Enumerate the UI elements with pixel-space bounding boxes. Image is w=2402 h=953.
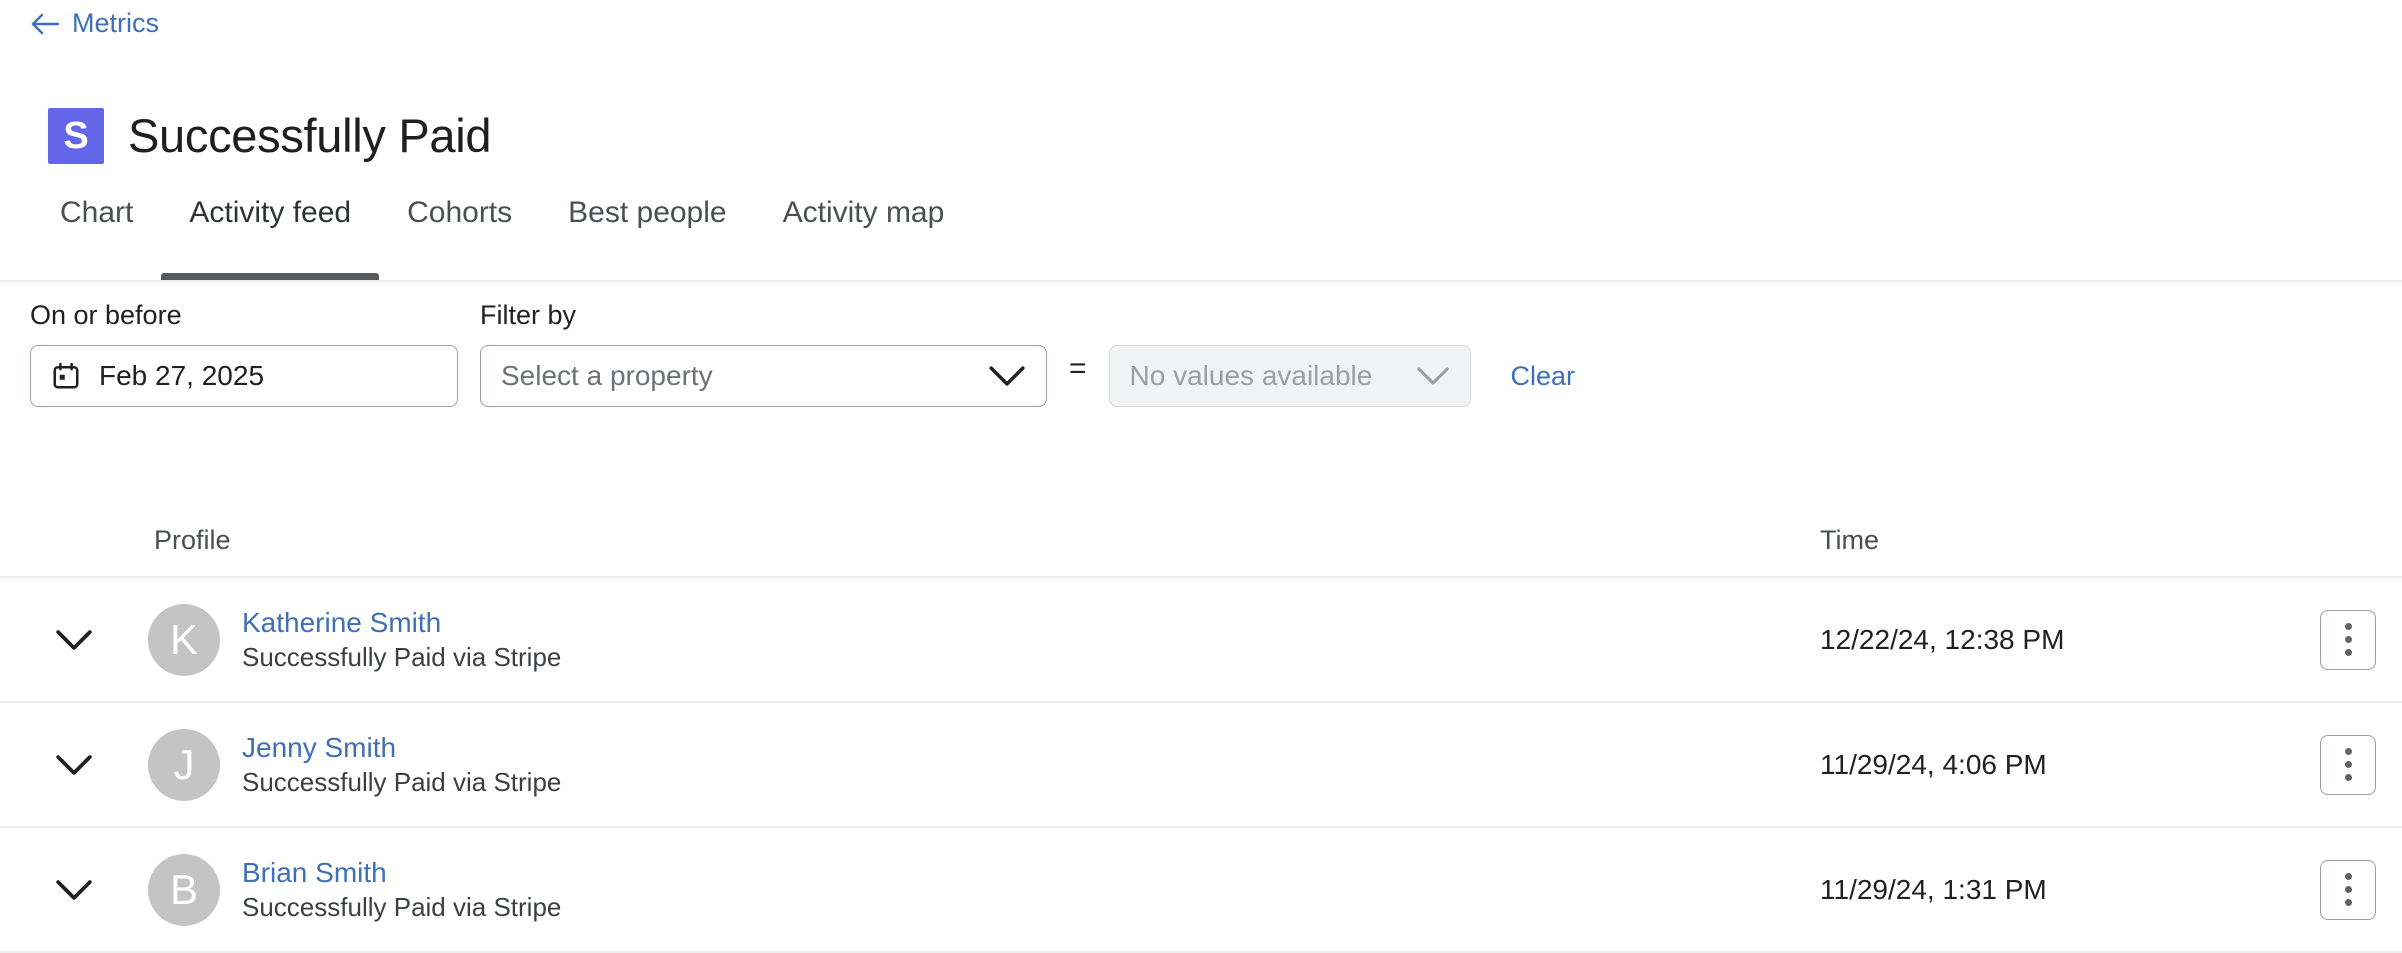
value-select-value: No values available bbox=[1130, 360, 1373, 392]
kebab-dot-icon bbox=[2345, 899, 2352, 906]
profile-cell: K Katherine Smith Successfully Paid via … bbox=[148, 604, 1820, 676]
row-expand-toggle[interactable] bbox=[0, 878, 148, 902]
column-header-time: Time bbox=[1820, 525, 2402, 556]
operator-equals: = bbox=[1069, 345, 1087, 407]
date-picker-value: Feb 27, 2025 bbox=[99, 360, 264, 392]
date-filter-group: On or before Feb 27, 2025 bbox=[30, 300, 458, 407]
activity-feed-table: Profile Time K Katherine Smith Successfu… bbox=[0, 505, 2402, 953]
calendar-icon bbox=[51, 361, 81, 391]
profile-event-subtitle: Successfully Paid via Stripe bbox=[242, 767, 561, 798]
kebab-dot-icon bbox=[2345, 748, 2352, 755]
tab-bar: Chart Activity feed Cohorts Best people … bbox=[0, 186, 2402, 282]
chevron-down-icon bbox=[55, 878, 93, 902]
avatar: B bbox=[148, 854, 220, 926]
tab-best-people[interactable]: Best people bbox=[540, 186, 754, 280]
table-header-row: Profile Time bbox=[0, 505, 2402, 578]
profile-name-link[interactable]: Jenny Smith bbox=[242, 732, 561, 764]
time-cell: 12/22/24, 12:38 PM bbox=[1820, 624, 2220, 656]
table-row: K Katherine Smith Successfully Paid via … bbox=[0, 578, 2402, 703]
date-picker-input[interactable]: Feb 27, 2025 bbox=[30, 345, 458, 407]
kebab-dot-icon bbox=[2345, 886, 2352, 893]
stripe-logo-icon: S bbox=[48, 108, 104, 164]
value-select[interactable]: No values available bbox=[1109, 345, 1471, 407]
tab-cohorts[interactable]: Cohorts bbox=[379, 186, 540, 280]
kebab-dot-icon bbox=[2345, 636, 2352, 643]
property-filter-label: Filter by bbox=[480, 300, 1047, 331]
column-header-profile: Profile bbox=[0, 525, 1820, 556]
back-link-label: Metrics bbox=[72, 8, 159, 39]
avatar: K bbox=[148, 604, 220, 676]
profile-cell: J Jenny Smith Successfully Paid via Stri… bbox=[148, 729, 1820, 801]
property-select[interactable]: Select a property bbox=[480, 345, 1047, 407]
tab-activity-feed[interactable]: Activity feed bbox=[161, 186, 379, 280]
page-title: Successfully Paid bbox=[128, 108, 491, 163]
time-cell: 11/29/24, 4:06 PM bbox=[1820, 749, 2220, 781]
profile-name-link[interactable]: Katherine Smith bbox=[242, 607, 561, 639]
profile-event-subtitle: Successfully Paid via Stripe bbox=[242, 892, 561, 923]
row-overflow-menu-button[interactable] bbox=[2320, 735, 2376, 795]
profile-text: Brian Smith Successfully Paid via Stripe bbox=[242, 857, 561, 923]
kebab-dot-icon bbox=[2345, 623, 2352, 630]
tab-activity-map[interactable]: Activity map bbox=[755, 186, 973, 280]
date-filter-label: On or before bbox=[30, 300, 458, 331]
kebab-dot-icon bbox=[2345, 873, 2352, 880]
actions-cell bbox=[2220, 735, 2402, 795]
kebab-dot-icon bbox=[2345, 649, 2352, 656]
tab-chart[interactable]: Chart bbox=[32, 186, 161, 280]
table-row: J Jenny Smith Successfully Paid via Stri… bbox=[0, 703, 2402, 828]
actions-cell bbox=[2220, 610, 2402, 670]
kebab-dot-icon bbox=[2345, 761, 2352, 768]
profile-cell: B Brian Smith Successfully Paid via Stri… bbox=[148, 854, 1820, 926]
row-expand-toggle[interactable] bbox=[0, 753, 148, 777]
property-select-value: Select a property bbox=[501, 360, 713, 392]
row-overflow-menu-button[interactable] bbox=[2320, 860, 2376, 920]
back-to-metrics-link[interactable]: Metrics bbox=[30, 8, 159, 39]
chevron-down-icon bbox=[988, 364, 1026, 388]
property-filter-group: Filter by Select a property bbox=[480, 300, 1047, 407]
arrow-left-icon bbox=[30, 11, 60, 37]
profile-text: Jenny Smith Successfully Paid via Stripe bbox=[242, 732, 561, 798]
profile-name-link[interactable]: Brian Smith bbox=[242, 857, 561, 889]
chevron-down-icon bbox=[1416, 365, 1450, 387]
clear-filters-link[interactable]: Clear bbox=[1511, 345, 1576, 407]
row-expand-toggle[interactable] bbox=[0, 628, 148, 652]
page-header: S Successfully Paid bbox=[48, 77, 491, 195]
chevron-down-icon bbox=[55, 628, 93, 652]
actions-cell bbox=[2220, 860, 2402, 920]
profile-text: Katherine Smith Successfully Paid via St… bbox=[242, 607, 561, 673]
avatar: J bbox=[148, 729, 220, 801]
chevron-down-icon bbox=[55, 753, 93, 777]
row-overflow-menu-button[interactable] bbox=[2320, 610, 2376, 670]
table-row: B Brian Smith Successfully Paid via Stri… bbox=[0, 828, 2402, 953]
time-cell: 11/29/24, 1:31 PM bbox=[1820, 874, 2220, 906]
filter-bar: On or before Feb 27, 2025 Filter by Sele… bbox=[0, 300, 2402, 407]
kebab-dot-icon bbox=[2345, 774, 2352, 781]
profile-event-subtitle: Successfully Paid via Stripe bbox=[242, 642, 561, 673]
